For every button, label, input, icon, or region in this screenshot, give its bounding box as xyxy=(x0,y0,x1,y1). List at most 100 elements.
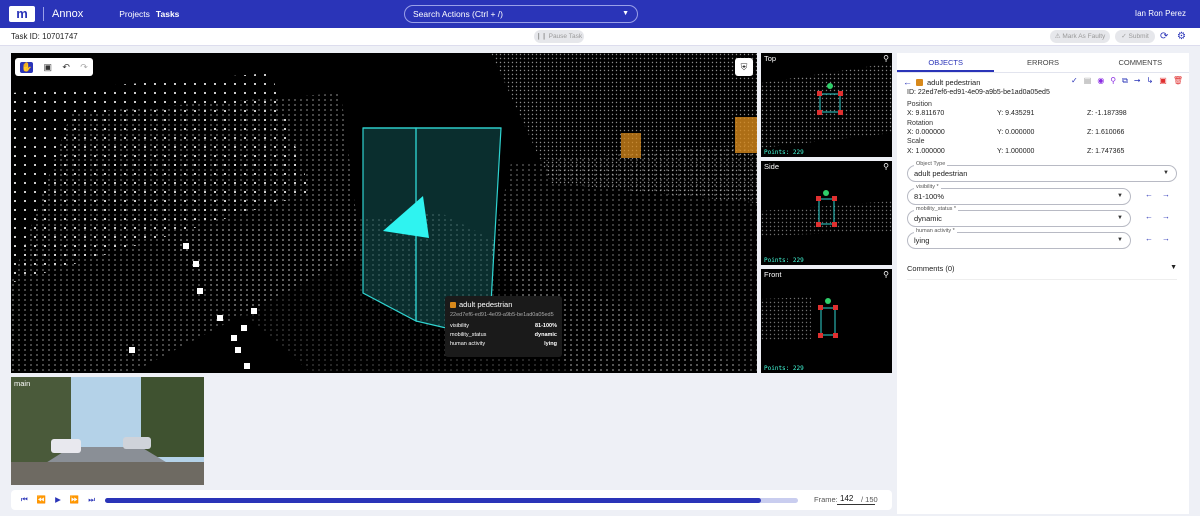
redo-icon[interactable]: ↷ xyxy=(80,62,88,73)
shield-icon[interactable]: ⛨ xyxy=(735,58,753,76)
mark-faulty-button[interactable]: ⚠ Mark As Faulty xyxy=(1050,30,1110,43)
view-title: Side xyxy=(764,162,780,171)
front-view-canvas xyxy=(761,297,838,341)
camera-image xyxy=(11,377,204,485)
tooltip-value: dynamic xyxy=(534,332,557,338)
rotation-y: Y: 0.000000 xyxy=(997,129,1035,136)
arrow-right-icon[interactable]: → xyxy=(1162,234,1170,243)
pause-icon: ❙❙ xyxy=(535,33,547,40)
comments-section[interactable]: Comments (0) ▼ xyxy=(907,264,1177,280)
object-type-select[interactable]: Object Type adult pedestrian ▼ xyxy=(907,161,1177,182)
app-logo[interactable]: m xyxy=(9,6,35,22)
mark-faulty-label: Mark As Faulty xyxy=(1062,33,1106,40)
fast-forward-icon[interactable]: ⏩ xyxy=(70,495,79,505)
rotation-x: X: 0.000000 xyxy=(907,129,945,136)
chevron-down-icon: ▼ xyxy=(622,10,629,17)
warning-icon: ⚠ xyxy=(1054,33,1061,40)
arrow-left-icon[interactable]: ← xyxy=(1145,190,1153,199)
scale-z: Z: 1.747365 xyxy=(1087,148,1125,155)
nav-tasks[interactable]: Tasks xyxy=(156,9,179,19)
chevron-down-icon: ▼ xyxy=(1170,264,1177,271)
pause-task-button[interactable]: ❙❙ Pause Task xyxy=(534,30,584,43)
play-icon[interactable]: ▶ xyxy=(55,495,61,505)
rewind-icon[interactable]: ⏪ xyxy=(37,495,46,505)
arrow-right-icon[interactable]: ➞ xyxy=(1134,76,1141,86)
timeline-track[interactable] xyxy=(105,498,798,503)
position-y: Y: 9.435291 xyxy=(997,110,1035,117)
field-label: human activity * xyxy=(914,228,957,234)
view-title: Front xyxy=(764,270,782,279)
tooltip-row: human activity lying xyxy=(450,340,557,349)
copy-icon[interactable]: ⧉ xyxy=(1122,76,1128,86)
first-frame-icon[interactable]: ⏮ xyxy=(21,495,28,505)
last-frame-icon[interactable]: ⏭ xyxy=(88,495,95,505)
select-box-icon[interactable]: ▣ xyxy=(44,62,53,73)
position-z: Z: -1.187398 xyxy=(1087,110,1127,117)
scale-y: Y: 1.000000 xyxy=(997,148,1035,155)
task-toolbar: Task ID: 10701747 ❙❙ Pause Task ⚠ Mark A… xyxy=(0,28,1200,46)
camera-view[interactable]: main xyxy=(11,377,204,485)
eye-icon[interactable]: ◉ xyxy=(1097,76,1104,86)
object-id: ID: 22ed7ef6-ed91-4e09-a9b5-be1ad0a05ed5 xyxy=(907,89,1050,96)
zoom-icon[interactable]: ⚲ xyxy=(883,162,889,171)
pause-task-label: Pause Task xyxy=(548,33,583,40)
link-icon[interactable]: ↳ xyxy=(1147,76,1154,86)
comments-label: Comments (0) xyxy=(907,264,955,273)
back-arrow-icon[interactable]: ← xyxy=(903,77,912,87)
tooltip-id: 22ed7ef6-ed91-4e09-a9b5-be1ad0a05ed5 xyxy=(450,312,554,318)
trash-icon[interactable]: 🗑 xyxy=(1173,76,1183,86)
top-view[interactable]: Top ⚲ Points: 229 xyxy=(761,53,892,157)
side-view-canvas xyxy=(761,190,892,236)
check-circle-icon[interactable]: ✓ xyxy=(1071,76,1078,86)
visibility-select[interactable]: visibility * 81-100% ▼ xyxy=(907,184,1131,205)
tab-errors[interactable]: ERRORS xyxy=(994,53,1091,72)
class-color-swatch xyxy=(916,78,923,86)
arrow-right-icon[interactable]: → xyxy=(1162,212,1170,221)
frame-label: Frame: xyxy=(814,495,838,504)
delete-frame-icon[interactable]: ▣ xyxy=(1159,76,1167,86)
chevron-down-icon: ▼ xyxy=(1117,193,1123,199)
front-view[interactable]: Front ⚲ Points: 229 xyxy=(761,269,892,373)
submit-button[interactable]: ✓ Submit xyxy=(1115,30,1155,43)
point-cloud-viewport[interactable]: ✋ ▣ ↶ ↷ ⛨ adult pedestrian 22ed7ef6-ed91… xyxy=(11,53,757,373)
chevron-down-icon: ▼ xyxy=(1117,237,1123,243)
gear-icon[interactable]: ⚙ xyxy=(1177,31,1186,42)
hand-pan-icon[interactable]: ✋ xyxy=(20,61,34,73)
tooltip-row: mobility_status dynamic xyxy=(450,331,557,340)
pin-icon[interactable]: ⚲ xyxy=(1110,76,1116,86)
tooltip-key: visibility xyxy=(450,323,469,329)
field-label: mobility_status * xyxy=(914,206,959,212)
zoom-icon[interactable]: ⚲ xyxy=(883,54,889,63)
undo-icon[interactable]: ↶ xyxy=(62,62,70,73)
user-name[interactable]: Ian Ron Perez xyxy=(1135,9,1186,18)
camera-label: main xyxy=(14,379,31,388)
frame-timeline: ⏮ ⏪ ▶ ⏩ ⏭ Frame: 142 / 150 xyxy=(11,490,892,510)
task-id: Task ID: 10701747 xyxy=(11,32,78,41)
points-count: Points: 229 xyxy=(764,149,804,156)
app-name: Annox xyxy=(52,8,84,20)
search-actions-input[interactable]: Search Actions (Ctrl + /) ▼ xyxy=(404,5,638,23)
mobility-frame-arrows: ← → xyxy=(1145,212,1170,221)
side-view[interactable]: Side ⚲ Points: 229 xyxy=(761,161,892,265)
mobility-status-select[interactable]: mobility_status * dynamic ▼ xyxy=(907,206,1131,227)
arrow-left-icon[interactable]: ← xyxy=(1145,212,1153,221)
human-activity-select[interactable]: human activity * lying ▼ xyxy=(907,228,1131,249)
object-actions: ✓ ▤ ◉ ⚲ ⧉ ➞ ↳ ▣ 🗑 xyxy=(1071,76,1183,86)
panel-tabs: OBJECTS ERRORS COMMENTS xyxy=(897,53,1189,73)
chevron-down-icon: ▼ xyxy=(1117,215,1123,221)
class-color-swatch xyxy=(450,301,456,308)
field-value: dynamic xyxy=(914,214,942,223)
arrow-left-icon[interactable]: ← xyxy=(1145,234,1153,243)
timeline-progress xyxy=(105,498,762,503)
nav-projects[interactable]: Projects xyxy=(119,9,150,19)
arrow-right-icon[interactable]: → xyxy=(1162,190,1170,199)
tab-objects[interactable]: OBJECTS xyxy=(897,53,995,72)
tooltip-key: mobility_status xyxy=(450,332,487,338)
object-header: ← adult pedestrian xyxy=(903,77,980,87)
list-icon[interactable]: ▤ xyxy=(1084,76,1092,86)
refresh-icon[interactable]: ⟳ xyxy=(1160,31,1168,42)
tab-comments[interactable]: COMMENTS xyxy=(1092,53,1189,72)
zoom-icon[interactable]: ⚲ xyxy=(883,270,889,279)
position-x: X: 9.811670 xyxy=(907,110,945,117)
scale-values: X: 1.000000 Y: 1.000000 Z: 1.747365 xyxy=(907,148,1177,155)
